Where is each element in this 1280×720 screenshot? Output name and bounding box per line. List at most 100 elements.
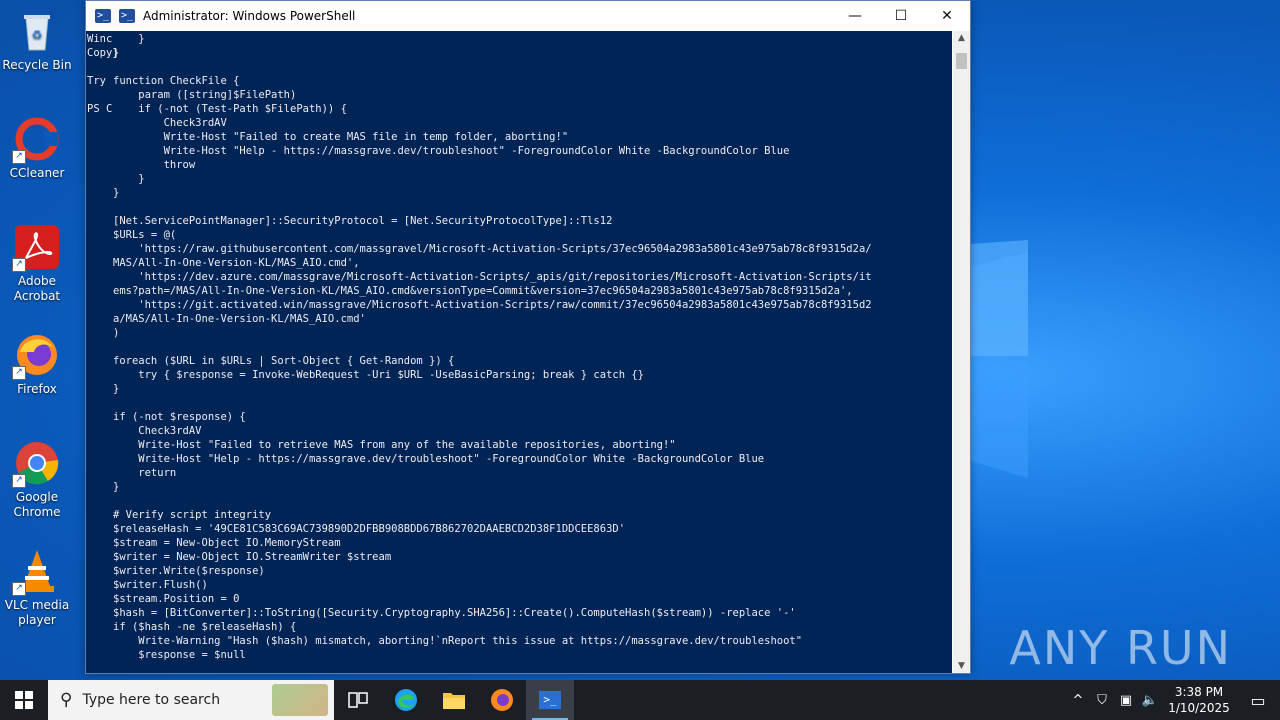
code-line: return: [113, 467, 177, 479]
desktop-icon-firefox[interactable]: ↗ Firefox: [0, 332, 74, 397]
clock[interactable]: 3:38 PM 1/10/2025: [1162, 684, 1236, 716]
code-line: if (-not $response) {: [113, 411, 246, 423]
chrome-icon: ↗: [12, 440, 60, 488]
firefox-icon: ↗: [12, 332, 60, 380]
firefox-icon: [491, 689, 513, 711]
scroll-up-icon[interactable]: ▲: [953, 33, 970, 43]
code-line: $stream.Position = 0: [113, 593, 240, 605]
code-line: if (-not (Test-Path $FilePath)) {: [113, 103, 347, 115]
code-line: $stream = New-Object IO.MemoryStream: [113, 537, 341, 549]
window-title: Administrator: Windows PowerShell: [143, 9, 356, 23]
code-line: ): [113, 327, 120, 339]
search-icon: ⚲: [60, 690, 73, 710]
task-view-icon: [348, 692, 368, 708]
shortcut-arrow-icon: ↗: [12, 582, 26, 596]
code-line: Write-Host "Failed to create MAS file in…: [113, 131, 569, 143]
chevron-up-icon[interactable]: ^: [1066, 693, 1090, 708]
code-line: a/MAS/All-In-One-Version-KL/MAS_AIO.cmd': [113, 313, 366, 325]
clock-date: 1/10/2025: [1168, 701, 1230, 715]
desktop-icon-label: Recycle Bin: [2, 58, 72, 72]
code-line: foreach ($URL in $URLs | Sort-Object { G…: [113, 355, 455, 367]
taskbar-powershell[interactable]: >_: [526, 680, 574, 720]
windows-logo-wallpaper: [968, 240, 1030, 478]
code-line: }: [113, 47, 120, 59]
code-line: 'https://git.activated.win/massgrave/Mic…: [113, 299, 872, 311]
code-line: $writer.Write($response): [113, 565, 265, 577]
code-line: Write-Host "Help - https://massgrave.dev…: [113, 453, 765, 465]
code-line: $writer.Flush(): [113, 579, 208, 591]
desktop-icon-ccleaner[interactable]: ↗ CCleaner: [0, 116, 74, 181]
close-button[interactable]: ✕: [924, 1, 970, 31]
code-line: MAS/All-In-One-Version-KL/MAS_AIO.cmd',: [113, 257, 360, 269]
code-line: Check3rdAV: [113, 117, 227, 129]
network-icon[interactable]: ▣: [1114, 693, 1138, 708]
task-view-button[interactable]: [334, 680, 382, 720]
code-line: [Net.ServicePointManager]::SecurityProto…: [113, 215, 613, 227]
desktop-icon-label: Adobe Acrobat: [13, 274, 61, 303]
code-line: }: [113, 33, 145, 45]
shortcut-arrow-icon: ↗: [12, 366, 26, 380]
taskbar-edge[interactable]: [382, 680, 430, 720]
code-line: Write-Host "Help - https://massgrave.dev…: [113, 145, 790, 157]
taskbar: ⚲ Type here to search >_ ^ ⛉ ▣ 🔈 3:38 PM…: [0, 680, 1280, 720]
svg-text:♻: ♻: [32, 28, 43, 42]
shortcut-arrow-icon: ↗: [12, 258, 26, 272]
vertical-scrollbar[interactable]: ▲ ▼: [953, 31, 970, 673]
maximize-button[interactable]: ☐: [878, 1, 924, 31]
taskbar-search-box[interactable]: ⚲ Type here to search: [48, 680, 334, 720]
volume-icon[interactable]: 🔈: [1138, 693, 1162, 708]
edge-icon: [395, 689, 417, 711]
console-area[interactable]: Winc Copy} Try PS C }} function CheckFile { …: [86, 31, 952, 673]
code-line: }: [113, 187, 120, 199]
powershell-icon: >_: [95, 9, 111, 23]
shortcut-arrow-icon: ↗: [12, 474, 26, 488]
window-titlebar[interactable]: >_ >_ Administrator: Windows PowerShell …: [86, 1, 970, 31]
taskbar-firefox[interactable]: [478, 680, 526, 720]
code-line: function CheckFile {: [113, 75, 240, 87]
code-line: ems?path=/MAS/All-In-One-Version-KL/MAS_…: [113, 285, 853, 297]
desktop-icon-adobe-acrobat[interactable]: ↗ Adobe Acrobat: [0, 224, 74, 304]
recycle-bin-icon: ♻: [14, 8, 60, 54]
code-line: Write-Warning "Hash ($hash) mismatch, ab…: [113, 635, 803, 647]
adobe-acrobat-icon: ↗: [12, 224, 60, 272]
powershell-window[interactable]: >_ >_ Administrator: Windows PowerShell …: [85, 0, 971, 674]
code-line: # Verify script integrity: [113, 509, 272, 521]
code-line: Check3rdAV: [113, 425, 202, 437]
desktop-icon-label: VLC media player: [4, 598, 70, 627]
taskbar-file-explorer[interactable]: [430, 680, 478, 720]
code-line: }: [113, 383, 120, 395]
desktop-icon-recycle-bin[interactable]: ♻ Recycle Bin: [0, 8, 74, 73]
code-line: if ($hash -ne $releaseHash) {: [113, 621, 297, 633]
minimize-button[interactable]: —: [832, 1, 878, 31]
scroll-down-icon[interactable]: ▼: [953, 661, 970, 671]
security-icon[interactable]: ⛉: [1090, 693, 1114, 708]
code-line: $releaseHash = '49CE81C583C69AC739890D2D…: [113, 523, 626, 535]
code-line: $hash = [BitConverter]::ToString([Securi…: [113, 607, 796, 619]
notification-center-icon[interactable]: ▭: [1236, 691, 1280, 710]
desktop-icon-label: Firefox: [17, 382, 57, 396]
vlc-icon: ↗: [12, 548, 60, 596]
desktop-icon-label: Google Chrome: [13, 490, 61, 519]
desktop-icon-google-chrome[interactable]: ↗ Google Chrome: [0, 440, 74, 520]
powershell-icon: >_: [539, 691, 561, 709]
search-placeholder: Type here to search: [82, 692, 221, 708]
desktop-icon-label: CCleaner: [9, 166, 65, 180]
system-tray: ^ ⛉ ▣ 🔈 3:38 PM 1/10/2025 ▭: [1066, 680, 1280, 720]
code-line: }: [113, 173, 145, 185]
code-line: $response = $null: [113, 649, 246, 661]
script-code: }} function CheckFile { param ([string]$F…: [113, 32, 872, 662]
start-button[interactable]: [0, 680, 48, 720]
powershell-icon: >_: [119, 9, 135, 23]
watermark-text: ANY RUN: [1009, 621, 1232, 675]
windows-start-icon: [15, 691, 33, 709]
desktop-icon-vlc[interactable]: ↗ VLC media player: [0, 548, 74, 628]
shortcut-arrow-icon: ↗: [12, 150, 26, 164]
folder-icon: [443, 693, 465, 709]
scrollbar-thumb[interactable]: [956, 53, 967, 69]
code-line: $URLs = @(: [113, 229, 177, 241]
code-line: }: [113, 481, 120, 493]
code-line: 'https://dev.azure.com/massgrave/Microso…: [113, 271, 872, 283]
